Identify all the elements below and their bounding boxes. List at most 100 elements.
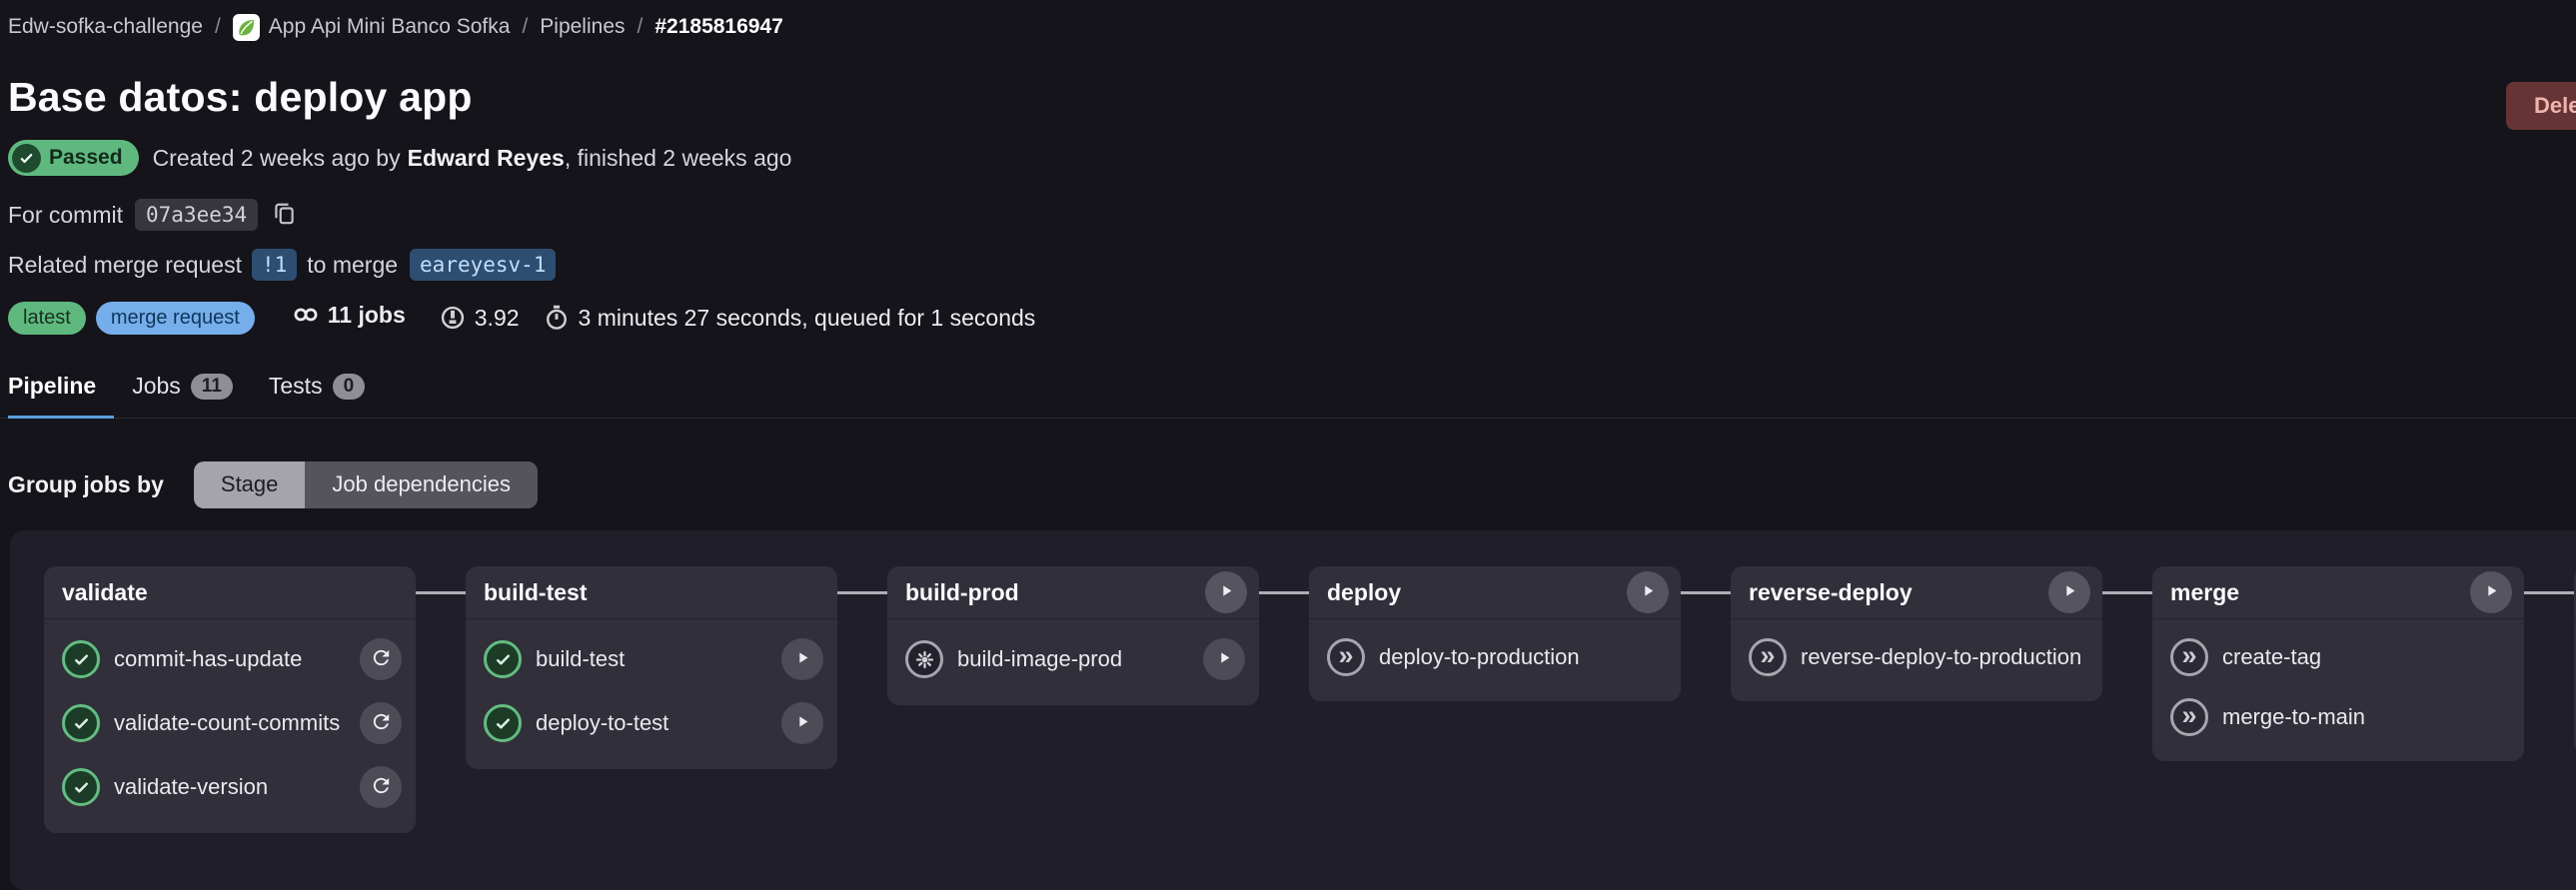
commit-sha-link[interactable]: 07a3ee34	[135, 199, 258, 231]
status-skipped-icon: »	[2170, 638, 2208, 676]
tab-label: Jobs	[132, 373, 181, 400]
compute-value: 3.92	[475, 305, 520, 332]
spring-leaf-icon	[233, 14, 260, 41]
play-icon	[794, 713, 811, 733]
job-row[interactable]: validate-count-commits	[58, 691, 406, 755]
job-row[interactable]: validate-version	[58, 755, 406, 819]
job-row[interactable]: build-test	[480, 627, 827, 691]
breadcrumb-item-app-api-mini-banco-sofka[interactable]: App Api Mini Banco Sofka	[269, 15, 511, 39]
author-link[interactable]: Edward Reyes	[408, 145, 565, 171]
job-name: build-test	[536, 646, 767, 672]
commit-row: For commit 07a3ee34	[0, 197, 2576, 233]
stage-header: build-test	[466, 566, 837, 619]
stage-card: validate commit-has-update validate-count-…	[44, 566, 416, 833]
badge-latest[interactable]: latest	[8, 302, 86, 335]
badge-merge-request[interactable]: merge request	[96, 302, 255, 335]
play-icon	[1216, 649, 1233, 669]
job-row[interactable]: » merge-to-main	[2166, 687, 2514, 747]
job-row[interactable]: commit-has-update	[58, 627, 406, 691]
group-jobs-by-label: Group jobs by	[8, 471, 164, 498]
retry-icon	[370, 774, 393, 800]
stage-build-test: build-test build-test deploy-to-test	[466, 566, 837, 769]
stage-play-all-button[interactable]	[2048, 571, 2090, 613]
tab-tests[interactable]: Tests0	[251, 363, 383, 419]
status-success-icon	[62, 640, 100, 678]
link-icon	[293, 302, 319, 328]
status-success-icon	[62, 768, 100, 806]
created-suffix: , finished 2 weeks ago	[565, 145, 792, 171]
delete-pipeline-button[interactable]: Delete	[2506, 82, 2576, 130]
play-icon	[1218, 582, 1235, 602]
commit-label: For commit	[8, 202, 123, 229]
pipeline-tabs: Pipeline Jobs 11 Tests0	[0, 363, 2576, 419]
created-text: Created 2 weeks ago byEdward Reyes, fini…	[153, 145, 792, 172]
job-row[interactable]: deploy-to-test	[480, 691, 827, 755]
stage-play-all-button[interactable]	[1205, 571, 1247, 613]
jobs-count-label: 11 jobs	[328, 302, 406, 329]
breadcrumb-separator: /	[522, 15, 528, 39]
page-title: Base datos: deploy app	[8, 74, 2576, 121]
job-name: merge-to-main	[2222, 704, 2510, 730]
timer-icon	[544, 305, 570, 331]
job-play-button[interactable]	[1203, 638, 1245, 680]
status-manual-gear-icon	[905, 640, 943, 678]
job-name: validate-count-commits	[114, 710, 346, 736]
job-retry-button[interactable]	[360, 702, 402, 744]
copy-commit-button[interactable]	[268, 197, 301, 233]
stage-header: reverse-deploy	[1731, 566, 2102, 619]
compute-usage: 3.92	[440, 305, 520, 332]
play-icon	[1640, 582, 1657, 602]
stage-name: deploy	[1327, 579, 1401, 606]
job-name: create-tag	[2222, 644, 2510, 670]
stage-build-prod: build-prod build-image-prod	[887, 566, 1259, 705]
stage-jobs: commit-has-update validate-count-commits v…	[44, 619, 416, 833]
retry-icon	[370, 646, 393, 672]
tab-label: Pipeline	[8, 373, 96, 400]
group-jobs-by-row: Group jobs by StageJob dependencies	[0, 460, 2576, 508]
duration-text: 3 minutes 27 seconds, queued for 1 secon…	[579, 305, 1036, 332]
copy-icon	[272, 201, 297, 229]
job-row[interactable]: »reverse-deploy-to-production	[1745, 627, 2092, 687]
job-row[interactable]: » create-tag	[2166, 627, 2514, 687]
breadcrumb-item-edw-sofka-challenge[interactable]: Edw-sofka-challenge	[8, 15, 203, 39]
job-name: deploy-to-production	[1379, 644, 1667, 670]
job-name: validate-version	[114, 774, 346, 800]
stage-name: validate	[62, 579, 148, 606]
tab-count-badge: 11	[191, 374, 233, 400]
breadcrumb-separator: /	[638, 15, 644, 39]
stage-name: build-test	[484, 579, 588, 606]
stage-card: deploy » deploy-to-production	[1309, 566, 1681, 701]
job-retry-button[interactable]	[360, 638, 402, 680]
source-branch-link[interactable]: eareyesv-1	[410, 249, 556, 281]
job-row[interactable]: build-image-prod	[901, 627, 1249, 691]
stage-card: reverse-deploy »reverse-deploy-to-product…	[1731, 566, 2102, 701]
tab-label: Tests	[269, 373, 323, 400]
job-play-button[interactable]	[781, 702, 823, 744]
job-row[interactable]: » deploy-to-production	[1323, 627, 1671, 687]
group-by-job-dependencies[interactable]: Job dependencies	[305, 461, 538, 508]
job-play-button[interactable]	[781, 638, 823, 680]
stage-play-all-button[interactable]	[2470, 571, 2512, 613]
stage-header: build-prod	[887, 566, 1259, 619]
job-retry-button[interactable]	[360, 766, 402, 808]
stage-reverse-deploy: reverse-deploy »reverse-deploy-to-product…	[1731, 566, 2102, 701]
group-by-stage[interactable]: Stage	[194, 461, 306, 508]
status-skipped-icon: »	[2170, 698, 2208, 736]
pipeline-detail-page: Edw-sofka-challenge / App Api Mini Banco S…	[0, 0, 2576, 827]
stage-name: merge	[2170, 579, 2239, 606]
status-success-icon	[484, 704, 522, 742]
tab-pipeline[interactable]: Pipeline	[8, 363, 114, 419]
mr-prefix: Related merge request	[8, 252, 242, 279]
meta-row: latest merge request 11 jobs 3.92	[0, 299, 2576, 337]
status-badge[interactable]: Passed	[8, 140, 139, 176]
status-success-icon	[484, 640, 522, 678]
pipeline-graph-panel: validate commit-has-update validate-count-…	[10, 530, 2576, 890]
stages-container: validate commit-has-update validate-count-…	[44, 566, 2576, 833]
status-skipped-icon: »	[1327, 638, 1365, 676]
mr-ref-link[interactable]: !1	[252, 249, 297, 281]
job-name: reverse-deploy-to-production	[1801, 644, 2088, 670]
tab-jobs[interactable]: Jobs 11	[114, 363, 251, 419]
breadcrumb-item-pipelines[interactable]: Pipelines	[540, 15, 625, 39]
jobs-count: 11 jobs	[279, 294, 416, 343]
stage-play-all-button[interactable]	[1627, 571, 1669, 613]
